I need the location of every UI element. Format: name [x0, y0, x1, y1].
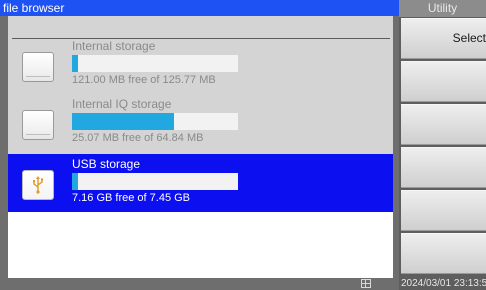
drive-list: Internal storage 121.00 MB free of 125.7… — [8, 16, 393, 278]
drive-free-space: 25.07 MB free of 64.84 MB — [72, 132, 204, 144]
softkey-3[interactable] — [401, 104, 486, 145]
storage-usage-fill — [72, 55, 79, 72]
file-browser-frame: Internal storage 121.00 MB free of 125.7… — [0, 16, 399, 278]
panel-title: Utility — [399, 0, 486, 17]
drive-row-internal-iq-storage[interactable]: Internal IQ storage 25.07 MB free of 64.… — [8, 94, 393, 152]
storage-usage-bar — [72, 55, 238, 72]
softkey-4[interactable] — [401, 147, 486, 188]
softkey-select[interactable]: Select — [401, 18, 486, 59]
status-datetime: 2024/03/01 23:13:5 — [401, 278, 486, 289]
drive-name: Internal storage — [72, 39, 156, 53]
drive-row-internal-storage[interactable]: Internal storage 121.00 MB free of 125.7… — [8, 36, 393, 94]
drive-name: USB storage — [72, 157, 141, 171]
drive-free-space: 121.00 MB free of 125.77 MB — [72, 74, 216, 86]
softkey-2[interactable] — [401, 61, 486, 102]
storage-usage-bar — [72, 173, 238, 190]
storage-usage-fill — [72, 113, 174, 130]
disk-icon — [22, 52, 54, 82]
window-title: file browser — [0, 0, 399, 16]
softkey-label: Select — [452, 31, 486, 45]
usb-icon — [22, 170, 54, 200]
softkey-5[interactable] — [401, 190, 486, 231]
storage-usage-bar — [72, 113, 238, 130]
list-empty-area — [8, 212, 393, 278]
softkey-panel: Utility Select 2024/03/01 23:13:5 — [399, 0, 486, 290]
storage-usage-fill — [72, 173, 79, 190]
disk-icon — [22, 110, 54, 140]
network-icon — [361, 279, 371, 288]
app-root: file browser Internal storage 121.00 MB … — [0, 0, 486, 290]
status-bar — [0, 278, 399, 290]
drive-row-usb-storage[interactable]: USB storage 7.16 GB free of 7.45 GB — [8, 154, 393, 212]
drive-name: Internal IQ storage — [72, 97, 172, 111]
softkey-6[interactable] — [401, 233, 486, 274]
drive-free-space: 7.16 GB free of 7.45 GB — [72, 192, 191, 204]
